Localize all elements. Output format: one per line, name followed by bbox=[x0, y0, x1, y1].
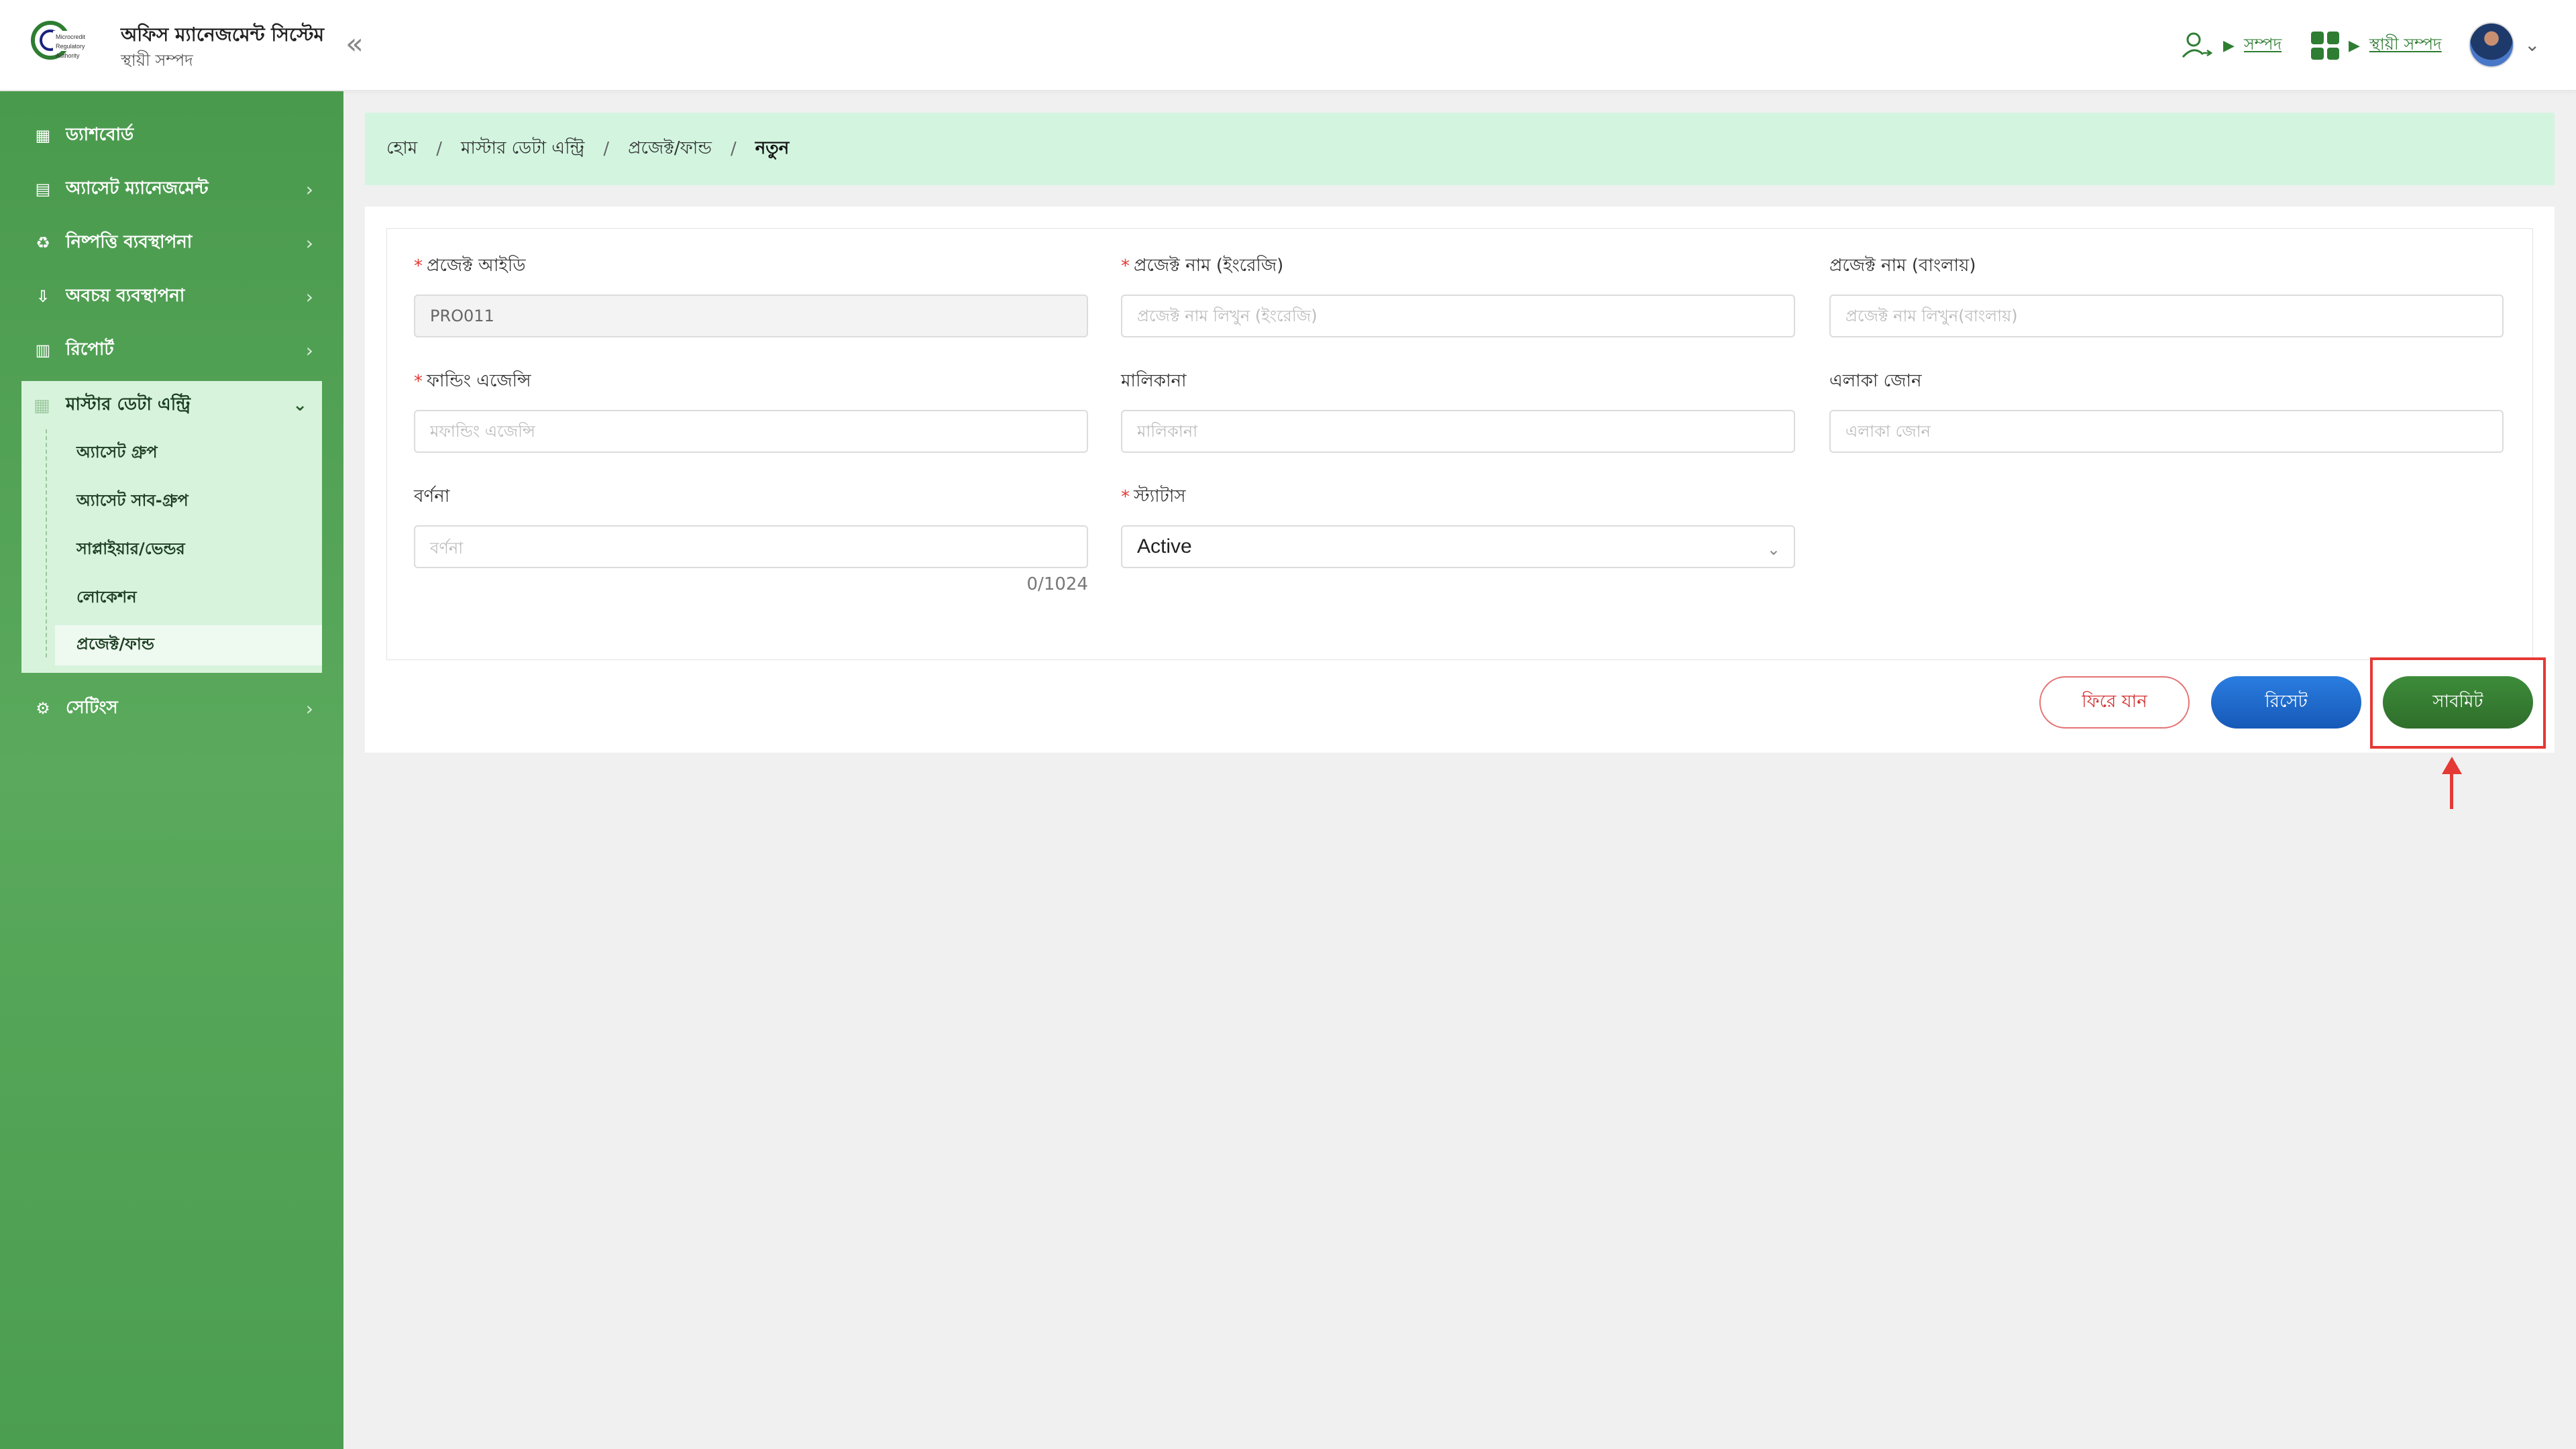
sidebar-item-label: অবচয় ব্যবস্থাপনা bbox=[66, 286, 185, 306]
brc-logo-icon: Microcredit Regulatory Authority bbox=[31, 21, 86, 60]
description-label: বর্ণনা bbox=[414, 486, 450, 506]
submenu-item-asset-subgroup[interactable]: অ্যাসেট সাব-গ্রুপ bbox=[55, 482, 322, 522]
funding-agency-field: * ফান্ডিং এজেন্সি bbox=[414, 368, 1088, 453]
report-icon: ▥ bbox=[35, 341, 51, 360]
nav-assets-link[interactable]: সম্পদ bbox=[2244, 32, 2282, 59]
breadcrumb-separator: / bbox=[731, 139, 737, 159]
form-card: * প্রজেক্ট আইডি PRO011 * প্রজেক্ট নাম (ইংর… bbox=[365, 207, 2555, 753]
ownership-input[interactable] bbox=[1121, 410, 1795, 453]
project-name-en-input[interactable] bbox=[1121, 294, 1795, 337]
sidebar-item-settings[interactable]: ⚙ সেটিংস › bbox=[0, 682, 343, 735]
sidebar-item-asset-management[interactable]: ▤ অ্যাসেট ম্যানেজমেন্ট › bbox=[0, 162, 343, 216]
annotation-arrow bbox=[2450, 771, 2453, 809]
sidebar-item-master-data[interactable]: ▦ মাস্টার ডেটা এন্ট্রি ⌄ bbox=[21, 381, 322, 429]
required-marker: * bbox=[414, 372, 423, 392]
user-avatar[interactable] bbox=[2469, 22, 2514, 68]
chevron-down-icon: ⌄ bbox=[292, 395, 307, 415]
chevron-right-icon: › bbox=[305, 339, 313, 362]
funding-agency-label: ফান্ডিং এজেন্সি bbox=[427, 371, 531, 391]
dashboard-icon: ▦ bbox=[35, 126, 51, 145]
project-id-label: প্রজেক্ট আইডি bbox=[427, 256, 526, 276]
project-id-field: * প্রজেক্ট আইডি PRO011 bbox=[414, 253, 1088, 337]
nav-assets[interactable]: ▶ সম্পদ bbox=[2180, 25, 2282, 66]
breadcrumb-separator: / bbox=[436, 139, 442, 159]
project-name-en-label: প্রজেক্ট নাম (ইংরেজি) bbox=[1134, 256, 1284, 276]
collapse-sidebar-icon[interactable]: « bbox=[345, 27, 364, 61]
area-zone-label: এলাকা জোন bbox=[1829, 371, 1922, 391]
status-field: * স্ট্যাটাস Active ⌄ bbox=[1121, 484, 1795, 568]
submenu-item-location[interactable]: লোকেশন bbox=[55, 578, 322, 619]
sidebar-item-report[interactable]: ▥ রিপোর্ট › bbox=[0, 323, 343, 377]
svg-text:Microcredit: Microcredit bbox=[56, 34, 86, 40]
required-marker: * bbox=[1121, 256, 1130, 276]
chevron-right-icon: › bbox=[305, 231, 313, 254]
gear-icon: ⚙ bbox=[36, 699, 50, 718]
project-name-en-field: * প্রজেক্ট নাম (ইংরেজি) bbox=[1121, 253, 1795, 337]
area-zone-field: এলাকা জোন bbox=[1829, 368, 2504, 453]
status-label: স্ট্যাটাস bbox=[1134, 486, 1186, 506]
sidebar-item-label: অ্যাসেট ম্যানেজমেন্ট bbox=[66, 178, 209, 199]
project-name-bn-field: প্রজেক্ট নাম (বাংলায়) bbox=[1829, 253, 2504, 337]
reset-button[interactable]: রিসেট bbox=[2211, 676, 2361, 729]
breadcrumb-separator: / bbox=[603, 139, 610, 159]
sidebar-item-label: সেটিংস bbox=[66, 698, 118, 718]
chevron-right-icon: › bbox=[305, 285, 313, 308]
app-title: অফিস ম্যানেজমেন্ট সিস্টেম bbox=[121, 23, 325, 46]
project-name-bn-input[interactable] bbox=[1829, 294, 2504, 337]
character-counter: 0/1024 bbox=[1026, 574, 1088, 594]
chevron-down-icon[interactable]: ⌄ bbox=[2524, 34, 2540, 56]
description-field: বর্ণনা 0/1024 bbox=[414, 484, 1088, 594]
breadcrumb-home[interactable]: হোম bbox=[386, 134, 417, 164]
submenu-item-project-fund[interactable]: প্রজেক্ট/ফান্ড bbox=[55, 625, 322, 665]
submenu-item-supplier-vendor[interactable]: সাপ্লাইয়ার/ভেন্ডর bbox=[55, 530, 322, 570]
breadcrumb-master-data[interactable]: মাস্টার ডেটা এন্ট্রি bbox=[461, 134, 584, 164]
user-switch-icon bbox=[2182, 32, 2213, 58]
top-header: Microcredit Regulatory Authority অফিস ম্… bbox=[0, 0, 2576, 91]
chevron-down-icon: ⌄ bbox=[1766, 540, 1780, 559]
required-marker: * bbox=[414, 256, 423, 276]
svg-text:Regulatory: Regulatory bbox=[56, 43, 85, 50]
master-data-submenu: ▦ মাস্টার ডেটা এন্ট্রি ⌄ অ্যাসেট গ্রুপ অ… bbox=[21, 381, 322, 673]
nav-fixed-assets-link[interactable]: স্থায়ী সম্পদ bbox=[2369, 32, 2442, 59]
master-data-icon: ▦ bbox=[34, 396, 50, 416]
project-name-bn-label: প্রজেক্ট নাম (বাংলায়) bbox=[1829, 256, 1976, 276]
description-textarea[interactable] bbox=[414, 525, 1088, 568]
project-id-input: PRO011 bbox=[414, 294, 1088, 337]
status-select[interactable]: Active bbox=[1121, 525, 1795, 568]
submenu-guide-line bbox=[46, 429, 47, 657]
breadcrumb: হোম / মাস্টার ডেটা এন্ট্রি / প্রজেক্ট/ফা… bbox=[365, 113, 2555, 185]
sidebar-item-label: রিপোর্ট bbox=[66, 339, 114, 360]
back-button[interactable]: ফিরে যান bbox=[2039, 676, 2190, 729]
depreciation-icon: ⇩ bbox=[36, 287, 50, 306]
sidebar-item-label: নিষ্পত্তি ব্যবস্থাপনা bbox=[66, 232, 193, 252]
app-subtitle: স্থায়ী সম্পদ bbox=[121, 51, 193, 70]
submit-highlight-box bbox=[2370, 657, 2546, 749]
submenu-item-asset-group[interactable]: অ্যাসেট গ্রুপ bbox=[55, 433, 322, 474]
disposal-icon: ♻ bbox=[36, 233, 50, 252]
sidebar-item-disposal[interactable]: ♻ নিষ্পত্তি ব্যবস্থাপনা › bbox=[0, 216, 343, 270]
sidebar-item-dashboard[interactable]: ▦ ড্যাশবোর্ড bbox=[0, 109, 343, 162]
area-zone-input[interactable] bbox=[1829, 410, 2504, 453]
caret-right-icon: ▶ bbox=[2349, 37, 2360, 54]
funding-agency-input[interactable] bbox=[414, 410, 1088, 453]
chevron-right-icon: › bbox=[305, 178, 313, 201]
sidebar: ▦ ড্যাশবোর্ড ▤ অ্যাসেট ম্যানেজমেন্ট › ♻ … bbox=[0, 91, 343, 1449]
caret-right-icon: ▶ bbox=[2223, 37, 2235, 54]
project-form: * প্রজেক্ট আইডি PRO011 * প্রজেক্ট নাম (ইংর… bbox=[386, 228, 2533, 660]
chevron-right-icon: › bbox=[305, 697, 313, 720]
ownership-field: মালিকানা bbox=[1121, 368, 1795, 453]
ownership-label: মালিকানা bbox=[1121, 371, 1187, 391]
sidebar-item-depreciation[interactable]: ⇩ অবচয় ব্যবস্থাপনা › bbox=[0, 270, 343, 323]
asset-icon: ▤ bbox=[35, 180, 51, 199]
apps-grid-icon bbox=[2311, 32, 2339, 60]
sidebar-item-label: ড্যাশবোর্ড bbox=[66, 125, 134, 145]
nav-fixed-assets[interactable]: ▶ স্থায়ী সম্পদ bbox=[2311, 25, 2442, 66]
required-marker: * bbox=[1121, 487, 1130, 507]
sidebar-item-label: মাস্টার ডেটা এন্ট্রি bbox=[66, 394, 191, 415]
breadcrumb-current: নতুন bbox=[755, 138, 790, 158]
breadcrumb-project-fund[interactable]: প্রজেক্ট/ফান্ড bbox=[628, 134, 712, 164]
svg-text:Authority: Authority bbox=[56, 52, 80, 59]
